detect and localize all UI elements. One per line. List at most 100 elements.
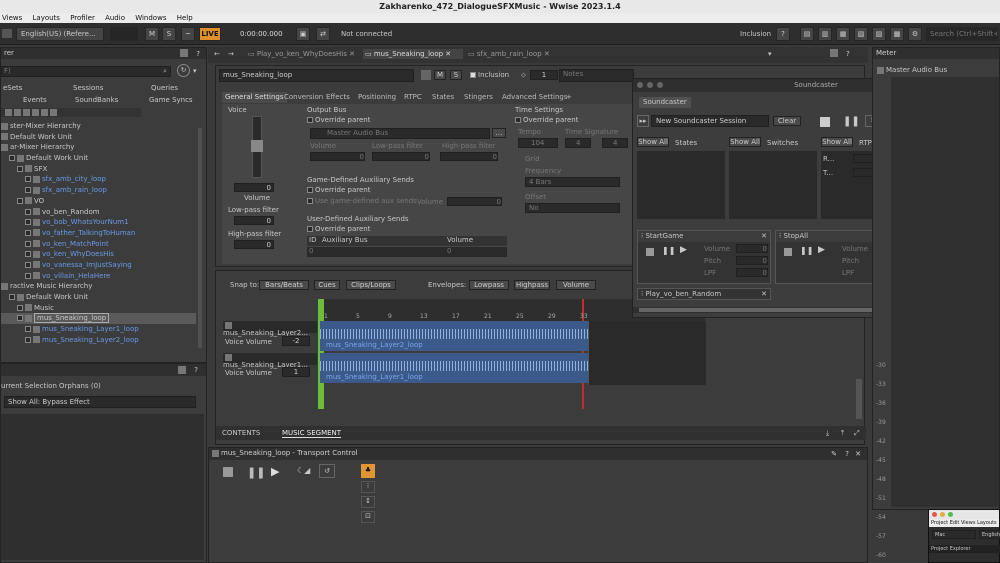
color-icon[interactable]: ⬦	[521, 71, 526, 80]
tab-sessions[interactable]: Sessions	[73, 84, 103, 92]
tab-orphans[interactable]: Orphans (0)	[59, 382, 101, 390]
tree-item[interactable]: Default Work Unit	[1, 132, 196, 143]
menu-windows[interactable]: Windows	[135, 14, 166, 22]
tree-checkbox[interactable]	[17, 165, 23, 172]
solo-all-button[interactable]: S	[162, 27, 176, 41]
menu-help[interactable]: Help	[177, 14, 193, 22]
language-dropdown[interactable]: English(US) (Refere...	[16, 27, 104, 41]
sc-event-param-value[interactable]: 0	[736, 244, 768, 253]
selection-help-icon[interactable]: ?	[194, 365, 198, 376]
explorer-help-icon[interactable]: ?	[196, 49, 200, 60]
tree-checkbox[interactable]	[25, 272, 31, 279]
performance-icon[interactable]: ~	[181, 27, 195, 41]
loop-icon[interactable]: ↺	[319, 464, 335, 478]
env-lowpass-button[interactable]: Lowpass	[469, 280, 509, 290]
editor-solo-button[interactable]: S	[450, 70, 462, 80]
tree-item[interactable]: Default Work Unit	[1, 153, 196, 164]
tree-item[interactable]: vo_ken_MatchPoint	[1, 239, 196, 250]
session-icon[interactable]: ▸▸	[637, 115, 649, 127]
back-arrow-icon[interactable]: ←	[214, 50, 220, 58]
tempo-field[interactable]: 104	[518, 138, 558, 148]
menu-layouts[interactable]: Layouts	[33, 14, 60, 22]
doc-tab-mus-sneaking[interactable]: ▭ mus_Sneaking_loop ✕	[363, 49, 463, 59]
help-button[interactable]: ?	[776, 27, 790, 41]
notes-field[interactable]: Notes	[559, 69, 634, 82]
explorer-menu-icon[interactable]: ▾	[193, 67, 197, 75]
use-game-aux-checkbox[interactable]: Use game-defined aux sends	[307, 197, 417, 205]
bypass-filter-dropdown[interactable]: Show All: Bypass Effect	[4, 396, 196, 408]
lpf-value[interactable]: 0	[234, 216, 274, 225]
tab-game-syncs[interactable]: Game Syncs	[149, 96, 193, 104]
editor-tab-5[interactable]: States	[429, 92, 457, 103]
bus-lpf-value[interactable]: 0	[372, 152, 430, 161]
sc-event-param-value[interactable]: 0	[736, 256, 768, 265]
profiler-icon[interactable]: ▦	[836, 27, 850, 41]
forward-arrow-icon[interactable]: →	[228, 50, 234, 58]
tree-item[interactable]: Music	[1, 303, 196, 314]
tree-item[interactable]: mus_Sneaking_loop	[1, 313, 196, 325]
bus-icon[interactable]	[41, 108, 48, 116]
seg-icon-2[interactable]: ↕	[361, 496, 375, 508]
tree-item[interactable]: vo_bob_WhatsYourNum1	[1, 217, 196, 228]
play-icon[interactable]: ▶	[271, 465, 279, 478]
tree-item[interactable]: VO	[1, 196, 196, 207]
tree-checkbox[interactable]	[9, 294, 15, 300]
new-icon[interactable]	[5, 108, 12, 116]
tree-item[interactable]: mus_Sneaking_Layer1_loop	[1, 324, 196, 335]
editor-tab-6[interactable]: Stingers	[461, 92, 496, 103]
sc-event-startgame[interactable]: ⁝ StartGame ✕ ❚❚ ▶ Volume 0 Pitch 0 LPF 0	[637, 230, 771, 284]
layout-icon[interactable]: ▥	[818, 27, 832, 41]
tree-item[interactable]: ster-Mixer Hierarchy	[1, 121, 196, 132]
search-icon[interactable]: ⌕	[163, 67, 167, 76]
tree-item[interactable]: sfx_amb_city_loop	[1, 174, 196, 185]
tree-checkbox[interactable]	[25, 229, 31, 236]
tree-item[interactable]: vo_father_TalkingToHuman	[1, 228, 196, 239]
object-name-field[interactable]: mus_Sneaking_loop	[219, 69, 414, 82]
tree-item[interactable]: ractive Music Hierarchy	[1, 281, 196, 292]
editor-tab-8[interactable]: +	[563, 92, 575, 103]
tree-item[interactable]: SFX	[1, 164, 196, 175]
transport-close-icon[interactable]: ✕	[855, 449, 861, 460]
offset-dropdown[interactable]: No	[525, 203, 620, 213]
count-field[interactable]: 1	[530, 70, 558, 80]
tab-contents[interactable]: CONTENTS	[222, 429, 260, 437]
expand-icon[interactable]: ⤢	[854, 429, 860, 438]
track-value-layer2[interactable]: -2	[282, 336, 310, 346]
tree-checkbox[interactable]	[25, 176, 31, 183]
editor-tab-3[interactable]: Positioning	[355, 92, 399, 103]
user-aux-override-checkbox[interactable]: Override parent	[307, 225, 370, 233]
tree-checkbox[interactable]	[17, 197, 23, 204]
bus-volume-value[interactable]: 0	[310, 152, 365, 161]
doc-help-icon[interactable]: ?	[846, 50, 850, 58]
selection-pin-icon[interactable]	[178, 366, 186, 374]
container-icon[interactable]	[32, 108, 39, 116]
stop-icon[interactable]	[223, 467, 233, 477]
inclusion-checkbox[interactable]: Inclusion	[470, 71, 509, 79]
upload-icon[interactable]: ⤒	[841, 429, 844, 438]
capture-icon[interactable]: ▣	[296, 27, 310, 41]
seg-icon-1[interactable]: ⁝	[361, 481, 375, 493]
mini-platform[interactable]: Mac	[932, 530, 976, 539]
show-all-rtpcs[interactable]: Show All	[821, 137, 853, 147]
editor-tab-0[interactable]: General Settings	[222, 92, 287, 103]
segment-scrollbar[interactable]	[856, 379, 862, 419]
game-aux-volume-value[interactable]: 0	[447, 197, 502, 206]
output-bus-browse[interactable]: …	[492, 128, 506, 138]
connect-icon[interactable]: ⇄	[316, 27, 330, 41]
project-icon[interactable]: ▤	[800, 27, 814, 41]
doc-pin-icon[interactable]	[830, 49, 838, 57]
pause-icon[interactable]: ❚❚	[247, 466, 265, 479]
tree-checkbox[interactable]	[25, 251, 31, 258]
sound-icon[interactable]	[23, 108, 30, 116]
sc-event-pause-icon[interactable]: ❚❚	[662, 246, 675, 255]
tab-events[interactable]: Events	[23, 96, 47, 104]
tree-checkbox[interactable]	[25, 187, 31, 194]
sc-pause-icon[interactable]: ❚❚	[843, 116, 860, 127]
refresh-icon[interactable]: ↻	[177, 64, 190, 77]
frequency-dropdown[interactable]: 4 Bars	[525, 177, 620, 187]
tree-item[interactable]: ar-Mixer Hierarchy	[1, 142, 196, 153]
tree-item[interactable]: Default Work Unit	[1, 292, 196, 303]
editor-tab-4[interactable]: RTPC	[401, 92, 425, 103]
show-all-switches[interactable]: Show All	[729, 137, 761, 147]
output-bus-field[interactable]: Master Audio Bus	[310, 128, 490, 139]
